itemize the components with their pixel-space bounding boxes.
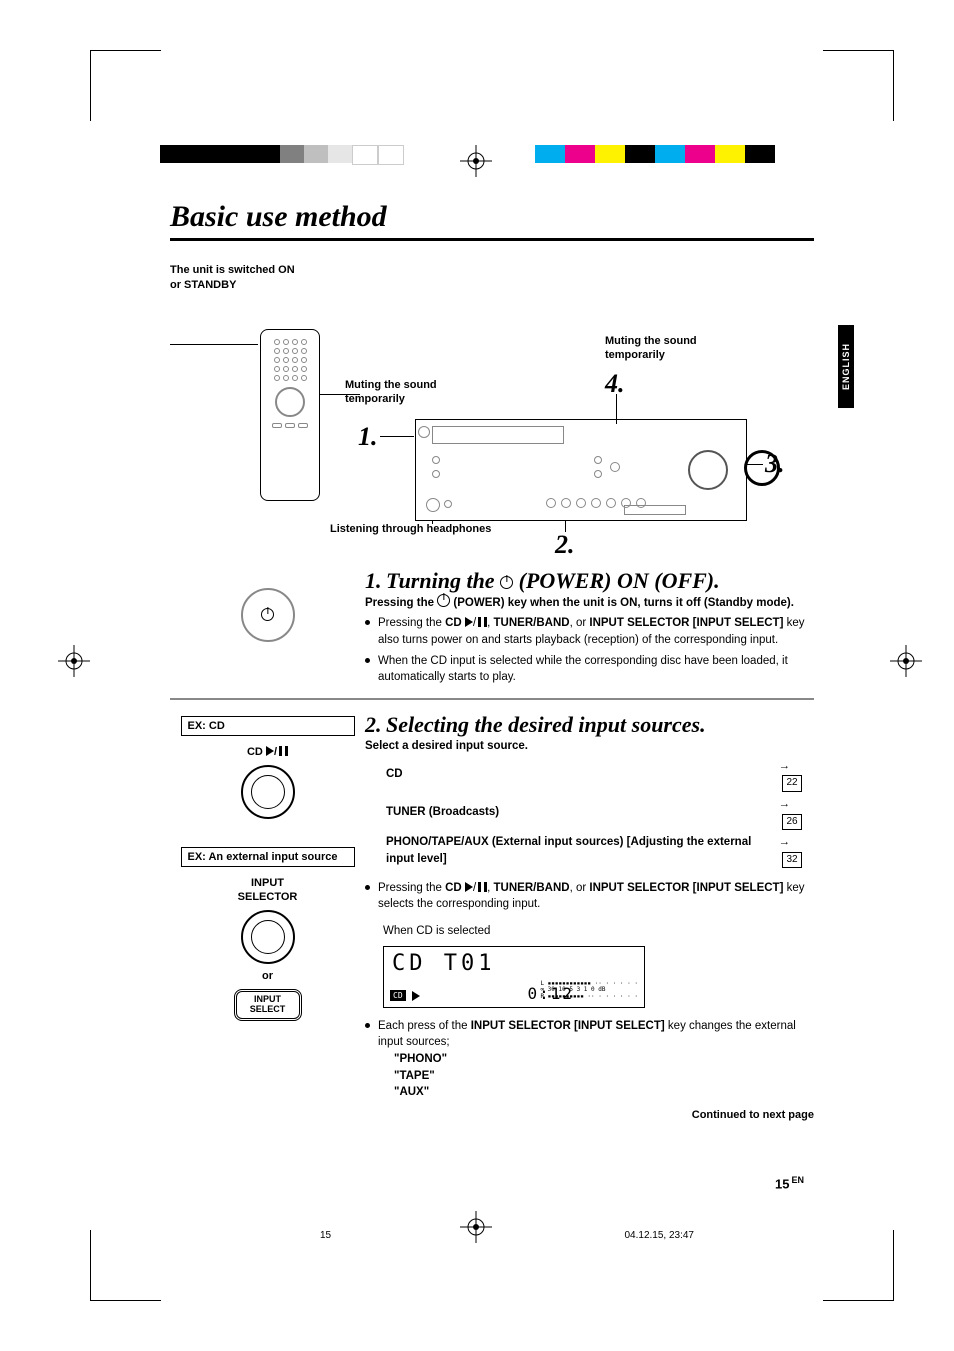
callout-headphones: Listening through headphones xyxy=(330,522,491,536)
callout-mute-unit: Muting the sound temporarily xyxy=(605,334,715,363)
section-title: Basic use method xyxy=(170,200,814,234)
play-icon xyxy=(266,746,274,756)
crop-mark xyxy=(90,50,161,121)
callout-mute-remote: Muting the sound temporarily xyxy=(345,378,465,407)
step2-bullet1: Pressing the CD /, TUNER/BAND, or INPUT … xyxy=(365,880,814,913)
pause-icon xyxy=(478,617,487,627)
crop-mark xyxy=(823,50,894,121)
title-rule xyxy=(170,238,814,241)
crop-mark xyxy=(90,1230,161,1301)
top-diagram: Muting the sound temporarily 1. Muting t… xyxy=(170,294,780,554)
lcd-main: CD T01 xyxy=(392,951,495,976)
input-selector-knob-icon xyxy=(241,910,295,964)
play-icon xyxy=(465,882,473,892)
registration-mark-icon xyxy=(460,145,492,177)
or-label: or xyxy=(170,970,365,983)
power-icon xyxy=(261,608,274,621)
colorbar-left xyxy=(160,145,404,163)
lcd-badge: CD xyxy=(390,990,406,1001)
step2-illustration: EX: CD CD / EX: An external input source… xyxy=(170,712,365,1121)
crop-mark xyxy=(823,1230,894,1301)
lcd-display: CD T01 CD 0:12 L ▪▪▪▪▪▪▪▪▪▪▪▪ ·· · · · ·… xyxy=(383,946,645,1008)
pause-icon xyxy=(478,882,487,892)
cd-control-label: CD / xyxy=(170,746,365,759)
cd-knob-icon xyxy=(241,765,295,819)
callout-num-4: 4. xyxy=(605,369,625,399)
input-sources-list: CD→22TUNER (Broadcasts)→26PHONO/TAPE/AUX… xyxy=(383,755,814,872)
step1-bullet2: When the CD input is selected while the … xyxy=(365,653,814,686)
lcd-play-icon xyxy=(412,991,420,1003)
when-cd-label: When CD is selected xyxy=(383,923,814,940)
continued-label: Continued to next page xyxy=(365,1109,814,1121)
unit-illustration xyxy=(415,419,747,521)
ex-cd-box: EX: CD xyxy=(181,716,355,736)
registration-mark-icon xyxy=(890,645,922,677)
power-icon xyxy=(437,594,450,607)
step-divider xyxy=(170,698,814,700)
step1-lead: Pressing the (POWER) key when the unit i… xyxy=(365,594,814,612)
step1-heading: 1. Turning the (POWER) ON (OFF). xyxy=(365,568,814,594)
input-select-button-icon: INPUT SELECT xyxy=(234,989,302,1021)
ex-ext-box: EX: An external input source xyxy=(181,847,355,867)
language-tab: ENGLISH xyxy=(838,325,854,408)
callout-num-1: 1. xyxy=(358,422,378,452)
registration-mark-icon xyxy=(58,645,90,677)
step2-select-header: Select a desired input source. xyxy=(365,738,814,755)
callout-standby: The unit is switched ON or STANDBY xyxy=(170,263,300,294)
pause-icon xyxy=(279,746,288,756)
step1-bullet1: Pressing the CD /, TUNER/BAND, or INPUT … xyxy=(365,615,814,648)
remote-illustration xyxy=(260,329,320,501)
page-number: 15EN xyxy=(775,1175,804,1191)
step2-heading: 2. Selecting the desired input sources. xyxy=(365,712,814,738)
lcd-meter: L ▪▪▪▪▪▪▪▪▪▪▪▪ ·· · · · · · ∞ 30 10 5 3 … xyxy=(540,981,638,1001)
play-icon xyxy=(465,617,473,627)
callout-num-2: 2. xyxy=(555,530,575,560)
step2-bullet2: Each press of the INPUT SELECTOR [INPUT … xyxy=(365,1018,814,1101)
power-icon xyxy=(500,576,513,589)
print-footer: 15 04.12.15, 23:47 xyxy=(320,1230,694,1241)
colorbar-right xyxy=(535,145,775,163)
step1-illustration xyxy=(170,568,365,686)
input-selector-label: INPUT SELECTOR xyxy=(170,877,365,903)
